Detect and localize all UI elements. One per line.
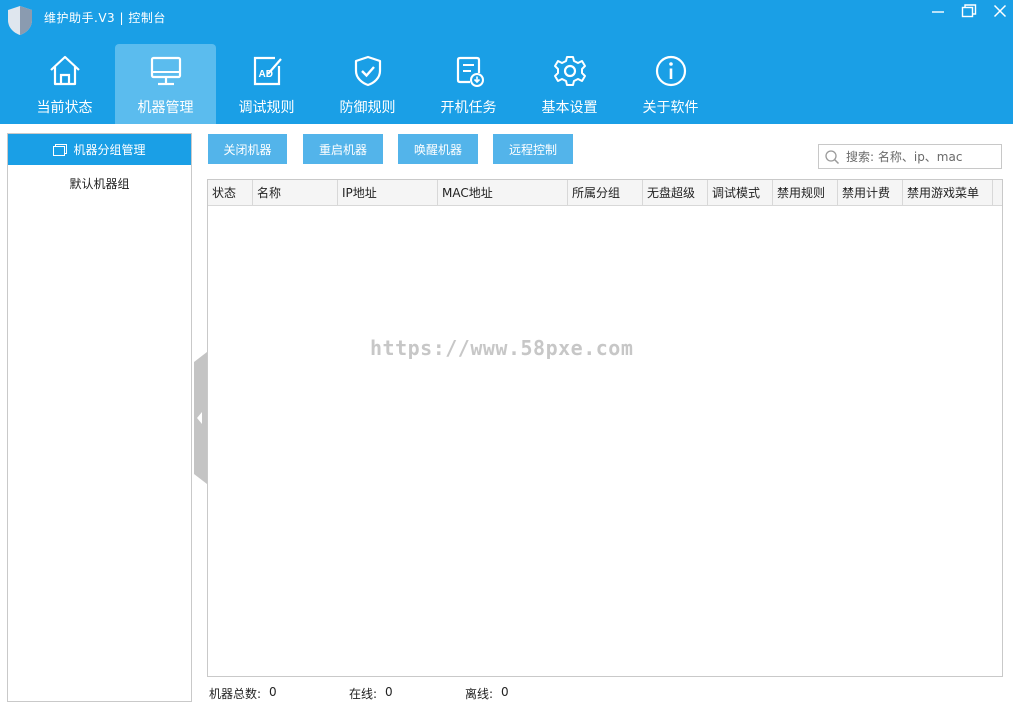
tab-label: 开机任务 [440, 100, 497, 116]
machine-group-panel: 机器分组管理 默认机器组 [7, 133, 192, 702]
column-header-debug-mode[interactable]: 调试模式 [708, 180, 773, 206]
column-header-mac[interactable]: MAC地址 [438, 180, 568, 206]
collapse-panel-handle[interactable] [192, 352, 207, 484]
close-button[interactable] [984, 0, 1013, 22]
tab-defense-rules[interactable]: 防御规则 [317, 44, 418, 124]
minimize-icon [932, 11, 944, 13]
total-machines-label: 机器总数: [209, 687, 262, 701]
tab-machine-management[interactable]: 机器管理 [115, 44, 216, 124]
offline-label: 离线: [465, 687, 494, 701]
window-title: 维护助手.V3 | 控制台 [44, 11, 166, 25]
shield-check-icon [354, 55, 381, 87]
shutdown-machine-button[interactable]: 关闭机器 [208, 134, 287, 164]
info-icon [655, 55, 686, 87]
total-machines-value: 0 [269, 685, 277, 699]
search-icon [825, 149, 840, 164]
group-item-default[interactable]: 默认机器组 [8, 175, 191, 192]
tab-current-status[interactable]: 当前状态 [14, 44, 115, 124]
close-icon [993, 4, 1007, 18]
ad-edit-icon: AD [253, 56, 282, 86]
monitor-icon [150, 56, 181, 86]
column-header-disable-rules[interactable]: 禁用规则 [773, 180, 838, 206]
restart-machine-button[interactable]: 重启机器 [303, 134, 383, 164]
online-label: 在线: [349, 687, 378, 701]
tab-label: 防御规则 [339, 100, 396, 116]
tab-basic-settings[interactable]: 基本设置 [519, 44, 620, 124]
maximize-button[interactable] [953, 0, 985, 22]
wake-machine-button[interactable]: 唤醒机器 [398, 134, 478, 164]
group-panel-header: 机器分组管理 [8, 134, 191, 165]
column-header-diskless-super[interactable]: 无盘超级 [643, 180, 708, 206]
column-header-name[interactable]: 名称 [253, 180, 338, 206]
remote-control-button[interactable]: 远程控制 [493, 134, 573, 164]
group-panel-title: 机器分组管理 [73, 143, 146, 157]
tab-debug-rules[interactable]: AD 调试规则 [216, 44, 317, 124]
gear-icon [553, 56, 586, 86]
tab-label: 基本设置 [541, 100, 598, 116]
column-header-group[interactable]: 所属分组 [568, 180, 643, 206]
main-nav: 当前状态 机器管理 AD 调试规则 防御规则 开机任务 基本设置 关于软件 [14, 44, 721, 124]
watermark-text: https://www.58pxe.com [370, 336, 634, 360]
task-download-icon [456, 56, 484, 87]
tab-boot-tasks[interactable]: 开机任务 [418, 44, 519, 124]
tab-about-software[interactable]: 关于软件 [620, 44, 721, 124]
search-input[interactable] [846, 149, 996, 164]
column-header-disable-billing[interactable]: 禁用计费 [838, 180, 903, 206]
online-value: 0 [385, 685, 393, 699]
maximize-icon [961, 4, 977, 18]
table-header: 状态 名称 IP地址 MAC地址 所属分组 无盘超级 调试模式 禁用规则 禁用计… [208, 180, 1002, 206]
column-header-ip[interactable]: IP地址 [338, 180, 438, 206]
app-header: 维护助手.V3 | 控制台 当前状态 机器管理 AD 调试规则 防御规则 开机任… [0, 0, 1013, 124]
tab-label: 机器管理 [137, 100, 194, 116]
home-icon [49, 55, 80, 86]
window-icon [53, 143, 68, 156]
offline-value: 0 [501, 685, 509, 699]
machine-table: 状态 名称 IP地址 MAC地址 所属分组 无盘超级 调试模式 禁用规则 禁用计… [207, 179, 1003, 677]
search-box[interactable] [818, 144, 1002, 169]
column-header-status[interactable]: 状态 [208, 180, 253, 206]
tab-label: 关于软件 [642, 100, 699, 116]
tab-label: 调试规则 [238, 100, 295, 116]
minimize-button[interactable] [922, 0, 954, 22]
title-bar[interactable]: 维护助手.V3 | 控制台 [0, 0, 1013, 35]
column-header-disable-game-menu[interactable]: 禁用游戏菜单 [903, 180, 993, 206]
shield-logo-icon [8, 6, 32, 35]
tab-label: 当前状态 [36, 100, 93, 116]
